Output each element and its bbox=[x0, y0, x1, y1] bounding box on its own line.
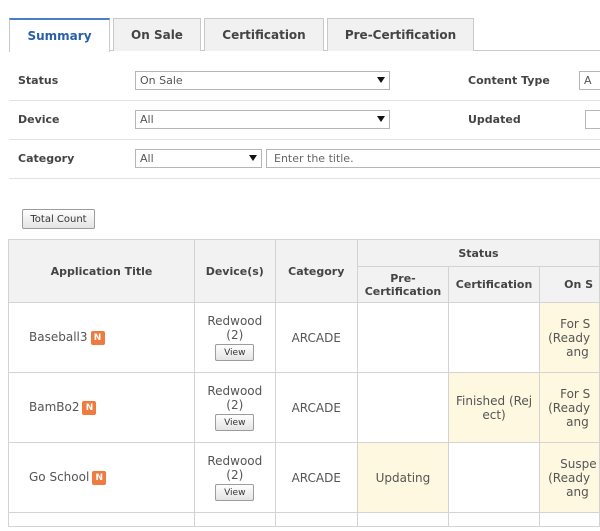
device-name: Redwood bbox=[207, 454, 263, 468]
view-button[interactable]: View bbox=[215, 414, 255, 431]
cert-cell bbox=[448, 442, 541, 513]
tab-summary[interactable]: Summary bbox=[9, 18, 110, 52]
new-badge-icon: N bbox=[90, 330, 105, 345]
filter-row-device: Device All Updated bbox=[9, 101, 600, 140]
table-row: BamBo2 N Redwood (2) View ARCADE Finished… bbox=[8, 372, 600, 443]
chevron-down-icon bbox=[377, 116, 385, 122]
content-type-label: Content Type bbox=[468, 74, 550, 87]
new-badge-icon: N bbox=[92, 470, 107, 485]
device-name: Redwood bbox=[207, 384, 263, 398]
content-type-select[interactable]: A bbox=[579, 71, 600, 90]
device-select[interactable]: All bbox=[135, 110, 390, 129]
app-title[interactable]: Go School bbox=[29, 470, 89, 484]
table-row: Baseball3 N Redwood (2) View ARCADE For S… bbox=[8, 302, 600, 373]
onsale-line: ang bbox=[566, 484, 589, 499]
header-devices: Device(s) bbox=[194, 239, 276, 303]
chevron-down-icon bbox=[377, 77, 385, 83]
onsale-line: Suspe bbox=[560, 456, 597, 471]
empty-cell bbox=[8, 512, 195, 527]
status-select[interactable]: On Sale bbox=[135, 71, 390, 90]
app-title-cell[interactable]: BamBo2 N bbox=[8, 372, 195, 443]
precert-cell: Updating bbox=[356, 442, 450, 513]
category-cell: ARCADE bbox=[274, 302, 358, 373]
new-badge-icon: N bbox=[82, 400, 97, 415]
onsale-cell: For S (Ready ang bbox=[539, 302, 600, 373]
devices-cell: Redwood (2) View bbox=[194, 372, 276, 443]
precert-cell bbox=[356, 372, 450, 443]
title-search-input[interactable]: Enter the title. bbox=[266, 149, 600, 168]
tab-on-sale[interactable]: On Sale bbox=[113, 18, 201, 51]
category-cell: ARCADE bbox=[274, 442, 358, 513]
tab-bar: Summary On Sale Certification Pre-Certif… bbox=[9, 18, 600, 52]
header-on-sale: On S bbox=[539, 266, 600, 303]
onsale-line: ang bbox=[566, 344, 589, 359]
app-title-cell[interactable]: Baseball3 N bbox=[8, 302, 195, 373]
device-count: (2) bbox=[226, 328, 244, 342]
filter-row-category: Category All Enter the title. bbox=[9, 140, 600, 179]
header-category: Category bbox=[274, 239, 358, 303]
app-title-cell[interactable]: Go School N bbox=[8, 442, 195, 513]
total-count-button[interactable]: Total Count bbox=[22, 209, 95, 229]
onsale-line: ang bbox=[566, 414, 589, 429]
onsale-line: For S bbox=[560, 316, 591, 331]
category-select[interactable]: All bbox=[135, 149, 262, 168]
empty-cell bbox=[448, 512, 541, 527]
precert-cell bbox=[356, 302, 450, 373]
onsale-line: (Ready bbox=[548, 400, 591, 415]
category-cell: ARCADE bbox=[274, 372, 358, 443]
header-certification: Certification bbox=[448, 266, 541, 303]
header-status: Status bbox=[356, 239, 600, 267]
filter-row-status: Status On Sale Content Type A bbox=[9, 62, 600, 101]
cert-line: Finished (Rej bbox=[455, 393, 533, 408]
updated-label: Updated bbox=[468, 113, 521, 126]
view-button[interactable]: View bbox=[215, 344, 255, 361]
device-count: (2) bbox=[226, 398, 244, 412]
updated-date-input[interactable] bbox=[585, 110, 600, 129]
cert-line: ect) bbox=[482, 407, 506, 422]
category-label: Category bbox=[18, 152, 75, 165]
app-title[interactable]: Baseball3 bbox=[29, 330, 88, 344]
device-count: (2) bbox=[226, 468, 244, 482]
view-button[interactable]: View bbox=[215, 484, 255, 501]
header-application-title: Application Title bbox=[8, 239, 195, 303]
applications-table: Application Title Device(s) Category Sta… bbox=[8, 239, 600, 527]
device-name: Redwood bbox=[207, 314, 263, 328]
onsale-cell: Suspe (Ready ang bbox=[539, 442, 600, 513]
cert-cell bbox=[448, 302, 541, 373]
onsale-line: (Ready bbox=[548, 330, 591, 345]
app-title[interactable]: BamBo2 bbox=[29, 400, 79, 414]
devices-cell: Redwood (2) View bbox=[194, 302, 276, 373]
devices-cell: Redwood (2) View bbox=[194, 442, 276, 513]
tab-pre-certification[interactable]: Pre-Certification bbox=[327, 18, 474, 51]
device-label: Device bbox=[18, 113, 60, 126]
empty-cell bbox=[356, 512, 450, 527]
chevron-down-icon bbox=[249, 155, 257, 161]
empty-cell bbox=[194, 512, 276, 527]
onsale-line: (Ready bbox=[548, 470, 591, 485]
cert-cell: Finished (Rej ect) bbox=[448, 372, 541, 443]
header-pre-certification: Pre-Certification bbox=[356, 266, 450, 303]
onsale-cell: For S (Ready ang bbox=[539, 372, 600, 443]
empty-cell bbox=[539, 512, 600, 527]
tab-certification[interactable]: Certification bbox=[204, 18, 324, 51]
onsale-line: For S bbox=[560, 386, 591, 401]
table-row bbox=[8, 512, 600, 527]
table-row: Go School N Redwood (2) View ARCADE Updat… bbox=[8, 442, 600, 513]
empty-cell bbox=[274, 512, 358, 527]
status-label: Status bbox=[18, 74, 59, 87]
